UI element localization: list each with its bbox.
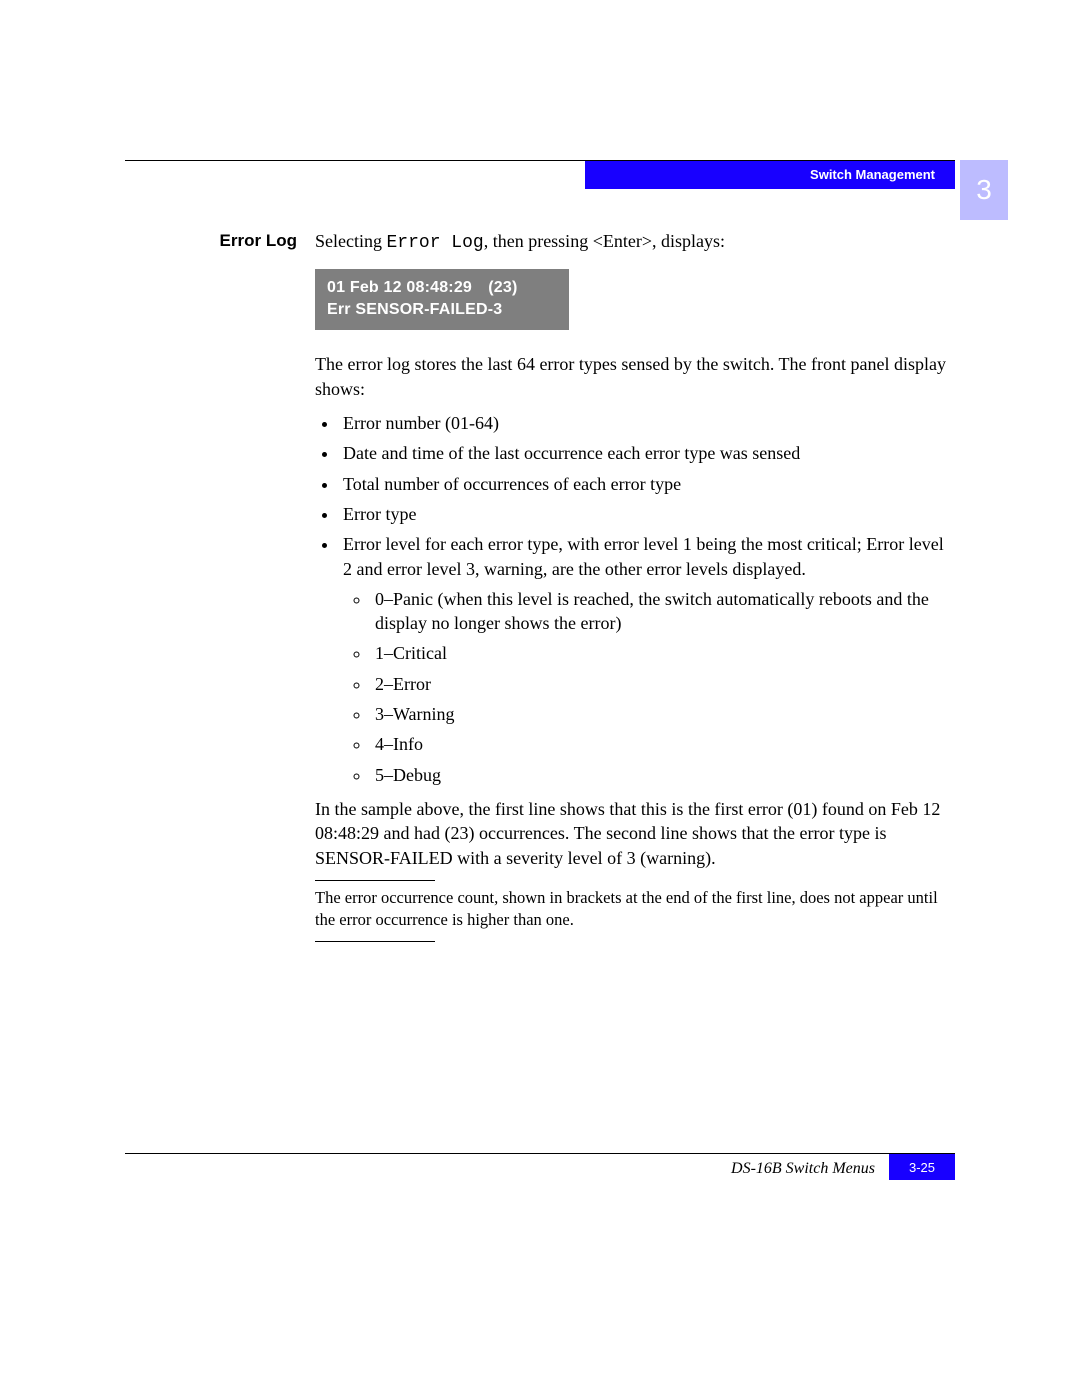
footer-page-box: 3-25: [889, 1154, 955, 1180]
footer-page-number: 3-25: [909, 1160, 935, 1175]
note-rule-top: [315, 880, 435, 881]
display-line-1: 01 Feb 12 08:48:29 (23): [327, 277, 557, 299]
chapter-number: 3: [976, 174, 992, 206]
section-title: Switch Management: [810, 167, 935, 182]
note-rule-bottom: [315, 941, 435, 942]
list-item: Total number of occurrences of each erro…: [339, 472, 955, 496]
list-item: Error level for each error type, with er…: [339, 532, 955, 787]
list-item: 4–Info: [371, 732, 955, 756]
display-line-2: Err SENSOR-FAILED-3: [327, 299, 557, 321]
intro-paragraph: Selecting Error Log, then pressing <Ente…: [315, 229, 955, 255]
intro-code: Error Log: [386, 233, 483, 253]
bullet-list: Error number (01-64) Date and time of th…: [315, 411, 955, 787]
page-content: Switch Management Error Log Selecting Er…: [125, 160, 955, 948]
list-item-text: Error level for each error type, with er…: [343, 534, 944, 578]
list-item: 0–Panic (when this level is reached, the…: [371, 587, 955, 636]
paragraph-1: The error log stores the last 64 error t…: [315, 352, 955, 401]
list-item: Error number (01-64): [339, 411, 955, 435]
header-band: Switch Management: [125, 161, 955, 189]
list-item: 3–Warning: [371, 702, 955, 726]
paragraph-2: In the sample above, the first line show…: [315, 797, 955, 870]
content-row: Error Log Selecting Error Log, then pres…: [125, 229, 955, 948]
header-blue-bar: Switch Management: [585, 161, 955, 189]
page-footer: DS-16B Switch Menus 3-25: [125, 1153, 955, 1182]
lcd-display-panel: 01 Feb 12 08:48:29 (23) Err SENSOR-FAILE…: [315, 269, 569, 330]
note-text: The error occurrence count, shown in bra…: [315, 887, 955, 932]
sub-bullet-list: 0–Panic (when this level is reached, the…: [343, 587, 955, 787]
list-item: Date and time of the last occurrence eac…: [339, 441, 955, 465]
intro-pre: Selecting: [315, 231, 386, 251]
chapter-tab: 3: [960, 160, 1008, 220]
list-item: Error type: [339, 502, 955, 526]
footer-title: DS-16B Switch Menus: [731, 1160, 875, 1178]
list-item: 2–Error: [371, 672, 955, 696]
side-heading: Error Log: [125, 229, 315, 251]
list-item: 1–Critical: [371, 641, 955, 665]
list-item: 5–Debug: [371, 763, 955, 787]
body-column: Selecting Error Log, then pressing <Ente…: [315, 229, 955, 948]
intro-post: , then pressing <Enter>, displays:: [484, 231, 725, 251]
